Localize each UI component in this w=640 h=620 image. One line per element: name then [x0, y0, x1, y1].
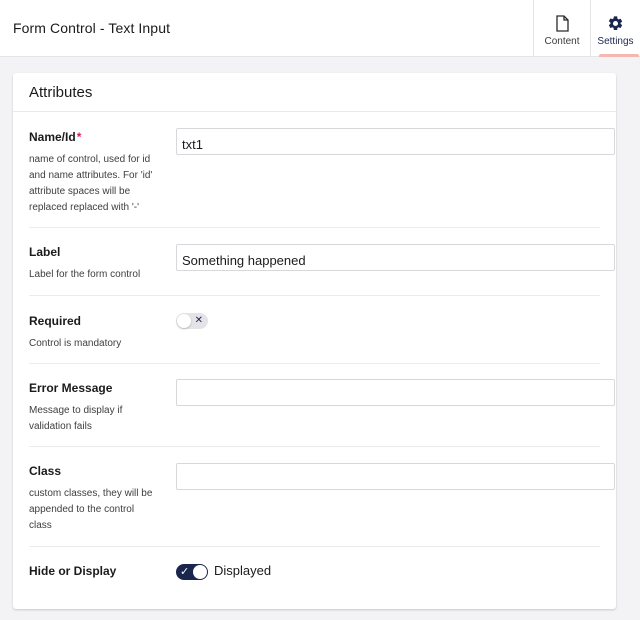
name-id-input[interactable] — [176, 128, 615, 155]
required-mark: * — [76, 130, 82, 144]
label-input[interactable] — [176, 244, 615, 271]
attributes-panel: Attributes Name/Id* name of control, use… — [13, 73, 616, 609]
settings-app-button[interactable]: Settings — [590, 0, 640, 57]
property-hide-display: Hide or Display — [29, 564, 600, 588]
content-app-label: Content — [544, 36, 580, 47]
panel-title: Attributes — [13, 73, 616, 112]
toggle-knob — [177, 314, 191, 328]
page-title: Form Control - Text Input — [13, 20, 171, 36]
active-tab-indicator — [599, 54, 639, 57]
display-toggle[interactable]: ✓ — [176, 564, 208, 580]
toggle-knob — [193, 565, 207, 579]
settings-app-label: Settings — [597, 36, 634, 47]
check-icon: ✓ — [180, 566, 190, 578]
required-toggle[interactable]: ✕ — [176, 313, 208, 329]
property-required: Required Control is mandatory — [29, 314, 600, 364]
class-input[interactable] — [176, 463, 615, 490]
property-label: Hide or Display — [29, 564, 117, 578]
error-message-input[interactable] — [176, 379, 615, 406]
property-label: Required — [29, 314, 82, 328]
document-icon — [555, 14, 569, 32]
gear-icon — [607, 14, 624, 32]
property-description: Message to display if validation fails — [29, 405, 123, 432]
property-description: custom classes, they will be appended to… — [29, 488, 153, 531]
content-app-button[interactable]: Content — [533, 0, 590, 57]
close-icon: ✕ — [194, 315, 203, 326]
header-bar: Form Control - Text Input Content Settin… — [0, 0, 640, 57]
property-description: name of control, used for id and name at… — [29, 154, 153, 213]
property-description: Control is mandatory — [29, 338, 122, 349]
display-toggle-label: Displayed — [214, 563, 272, 578]
